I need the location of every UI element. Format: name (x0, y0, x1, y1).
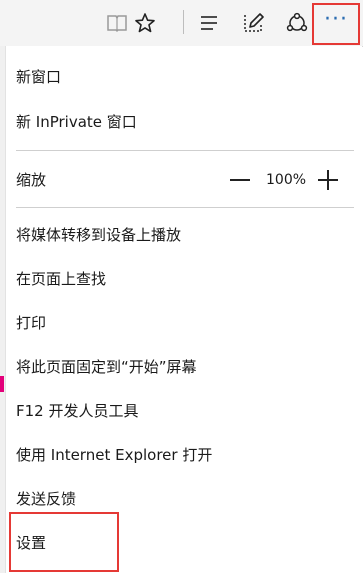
zoom-in-button[interactable] (318, 170, 338, 190)
share-icon[interactable] (280, 6, 314, 40)
menu-item-pin-to-start[interactable]: 将此页面固定到“开始”屏幕 (16, 353, 346, 381)
menu-item-f12-developer-tools[interactable]: F12 开发人员工具 (16, 397, 346, 425)
zoom-level: 100% (266, 172, 307, 188)
menu-item-find-on-page[interactable]: 在页面上查找 (16, 265, 346, 293)
more-actions-menu: 新窗口 新 InPrivate 窗口 缩放 100% 将媒体转移到设备上播放 在… (5, 46, 362, 573)
toolbar-separator (183, 10, 184, 34)
more-actions-label: ··· (324, 7, 348, 32)
zoom-label: 缩放 (16, 171, 47, 189)
menu-divider (16, 150, 354, 151)
menu-item-open-with-ie[interactable]: 使用 Internet Explorer 打开 (16, 441, 346, 469)
menu-item-print[interactable]: 打印 (16, 309, 346, 337)
page-accent-mark (0, 376, 4, 392)
menu-item-cast-media[interactable]: 将媒体转移到设备上播放 (16, 221, 346, 249)
more-actions-icon[interactable]: ··· (312, 3, 360, 45)
favorite-star-icon[interactable] (128, 6, 162, 40)
menu-item-new-inprivate-window[interactable]: 新 InPrivate 窗口 (16, 108, 346, 136)
zoom-out-button[interactable] (230, 179, 250, 181)
menu-item-send-feedback[interactable]: 发送反馈 (16, 485, 346, 513)
zoom-control: 缩放 100% (16, 166, 354, 194)
hub-icon[interactable] (192, 6, 226, 40)
browser-toolbar: ··· (0, 0, 363, 47)
menu-divider (16, 207, 354, 208)
menu-item-new-window[interactable]: 新窗口 (16, 63, 346, 91)
settings-highlight-box (9, 512, 119, 572)
web-note-icon[interactable] (236, 6, 270, 40)
